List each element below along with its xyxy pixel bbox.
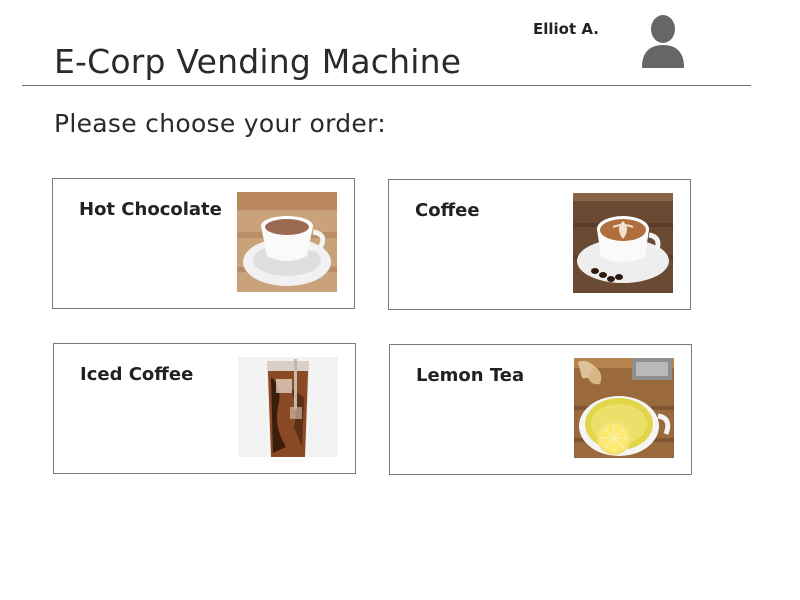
menu-item-label: Hot Chocolate: [79, 199, 222, 220]
page-title: E-Corp Vending Machine: [54, 42, 462, 82]
menu-item-hot-chocolate[interactable]: Hot Chocolate: [52, 178, 355, 309]
menu-item-iced-coffee[interactable]: Iced Coffee: [53, 343, 356, 474]
menu-item-label: Iced Coffee: [80, 364, 194, 385]
iced-coffee-photo: [238, 357, 338, 457]
order-prompt: Please choose your order:: [54, 109, 386, 138]
hot-chocolate-photo: [237, 192, 337, 292]
lemon-tea-photo: [574, 358, 674, 458]
menu-item-lemon-tea[interactable]: Lemon Tea: [389, 344, 692, 475]
menu-item-label: Lemon Tea: [416, 365, 525, 386]
avatar[interactable]: [636, 12, 690, 70]
menu-item-label: Coffee: [415, 200, 480, 221]
user-silhouette-icon: [642, 15, 684, 68]
menu-item-coffee[interactable]: Coffee: [388, 179, 691, 310]
vending-app: E-Corp Vending Machine Elliot A. Please …: [0, 0, 800, 600]
header-divider: [22, 85, 751, 86]
coffee-latte-photo: [573, 193, 673, 293]
user-name: Elliot A.: [533, 20, 599, 38]
